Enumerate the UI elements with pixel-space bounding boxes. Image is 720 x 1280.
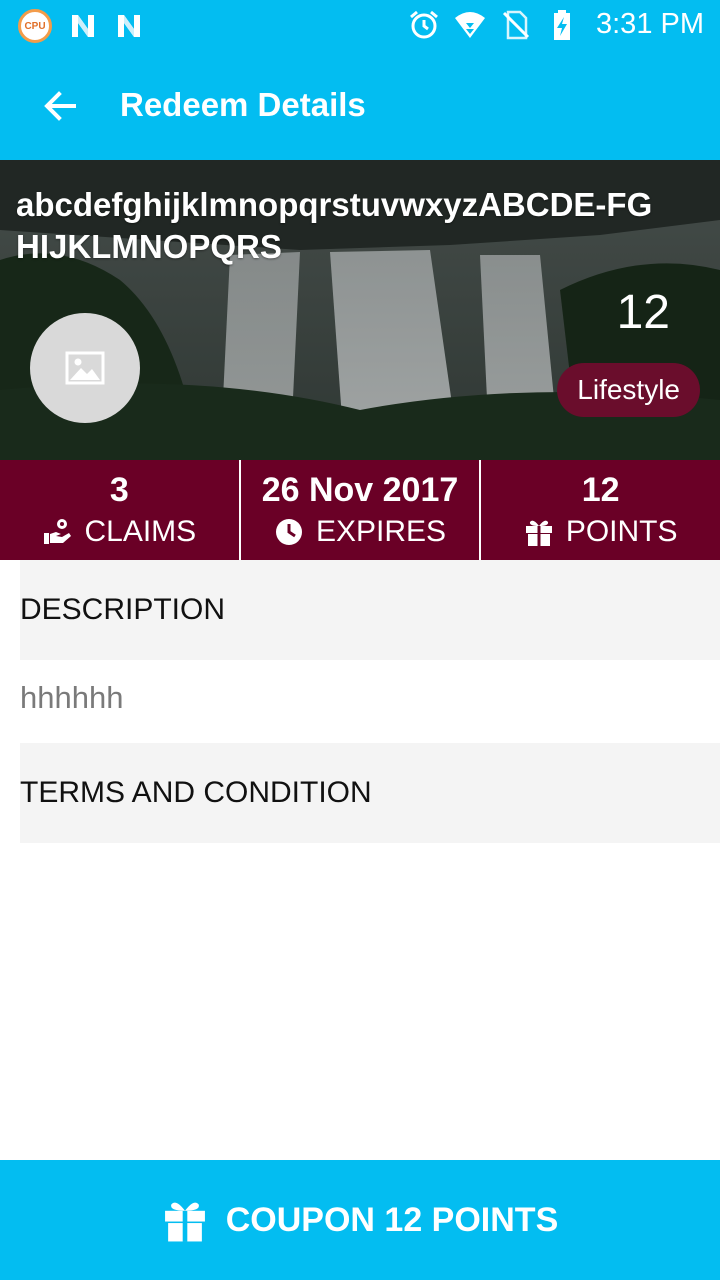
arrow-left-icon [44, 91, 76, 121]
status-bar-left: CPU [18, 9, 144, 43]
stat-expires: 26 Nov 2017 EXPIRES [238, 460, 480, 560]
back-button[interactable] [36, 82, 84, 130]
clock-icon [275, 519, 302, 545]
points-label-row: POINTS [524, 514, 678, 550]
image-placeholder-icon [65, 351, 105, 385]
description-text: hhhhhh [20, 680, 124, 715]
terms-header[interactable]: TERMS AND CONDITION [20, 743, 720, 843]
claims-value: 3 [109, 471, 129, 509]
status-time: 3:31 PM [596, 8, 704, 40]
cpu-icon-text: CPU [24, 20, 46, 32]
reward-title: abcdefghijklmnopqrstuvwxyzABCDE-FGHIJKLM… [16, 186, 653, 265]
n-icon [72, 15, 94, 37]
app-bar: Redeem Details [0, 50, 720, 160]
hand-coin-icon [44, 519, 72, 544]
gift-icon [525, 520, 552, 546]
expires-label-row: EXPIRES [274, 514, 446, 550]
expires-value: 26 Nov 2017 [261, 471, 459, 509]
stats-bar: 3 CLAIMS 26 Nov 2017 EXPIRES 12 POINTS [0, 460, 720, 560]
reward-points-count: 12 [616, 286, 670, 339]
points-label: POINTS [565, 515, 678, 548]
category-badge: Lifestyle [557, 363, 700, 417]
n-icon [118, 15, 140, 37]
battery-charging-icon [554, 9, 570, 40]
reward-avatar [30, 313, 140, 423]
claims-label-row: CLAIMS [42, 514, 196, 550]
status-bar-right: 3:31 PM [408, 8, 704, 41]
stat-points: 12 POINTS [479, 460, 720, 560]
points-value: 12 [581, 471, 620, 509]
redeem-coupon-button[interactable]: COUPON 12 POINTS [0, 1160, 720, 1280]
redeem-button-label: COUPON 12 POINTS [225, 1200, 559, 1239]
status-bar: CPU 3:31 PM [0, 0, 720, 50]
stat-claims: 3 CLAIMS [0, 460, 239, 560]
hero-banner: abcdefghijklmnopqrstuvwxyzABCDE-FGHIJKLM… [0, 160, 720, 460]
cpu-icon: CPU [18, 9, 52, 43]
claims-label: CLAIMS [84, 515, 197, 548]
page-title: Redeem Details [120, 86, 366, 123]
no-sim-icon [502, 10, 530, 39]
expires-label: EXPIRES [315, 515, 447, 548]
alarm-icon [410, 10, 438, 38]
wifi-icon [455, 11, 485, 38]
gift-icon [164, 1202, 205, 1242]
description-header: DESCRIPTION [20, 560, 720, 660]
